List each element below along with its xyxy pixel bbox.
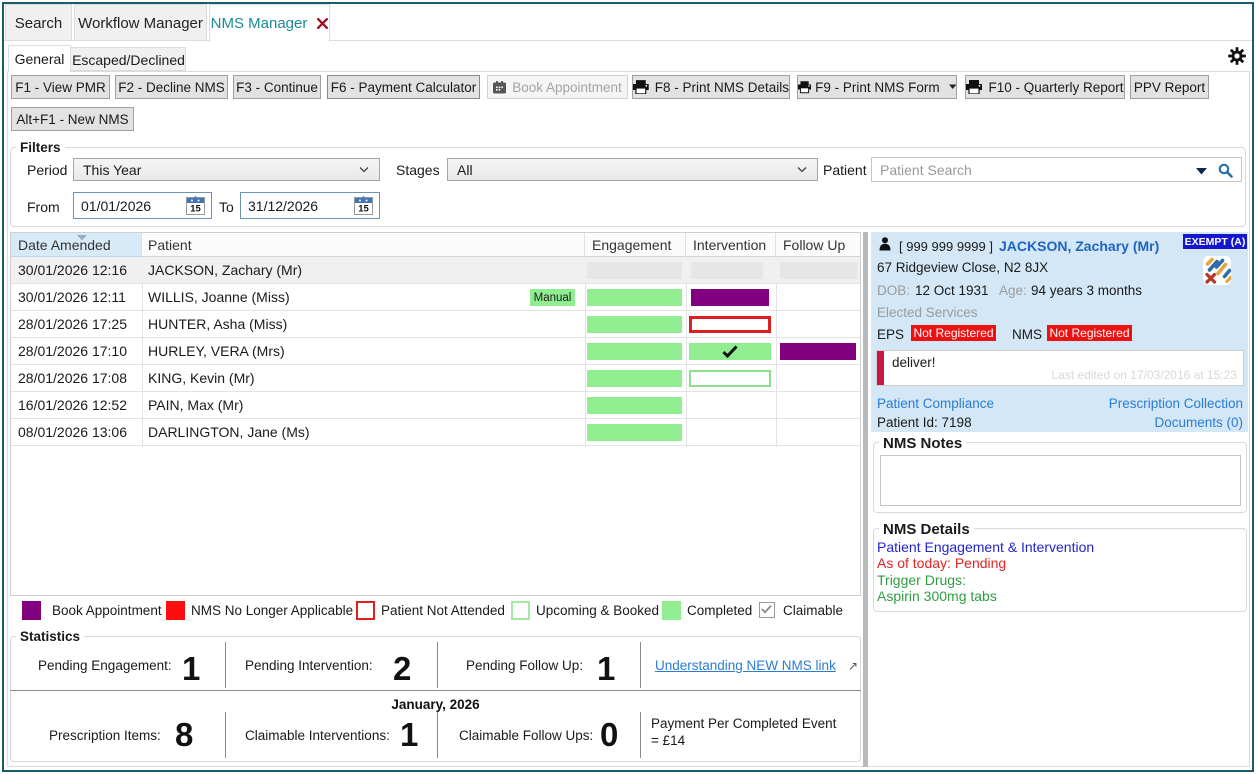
svg-text:15: 15	[190, 204, 201, 215]
svg-text:15: 15	[358, 204, 369, 215]
